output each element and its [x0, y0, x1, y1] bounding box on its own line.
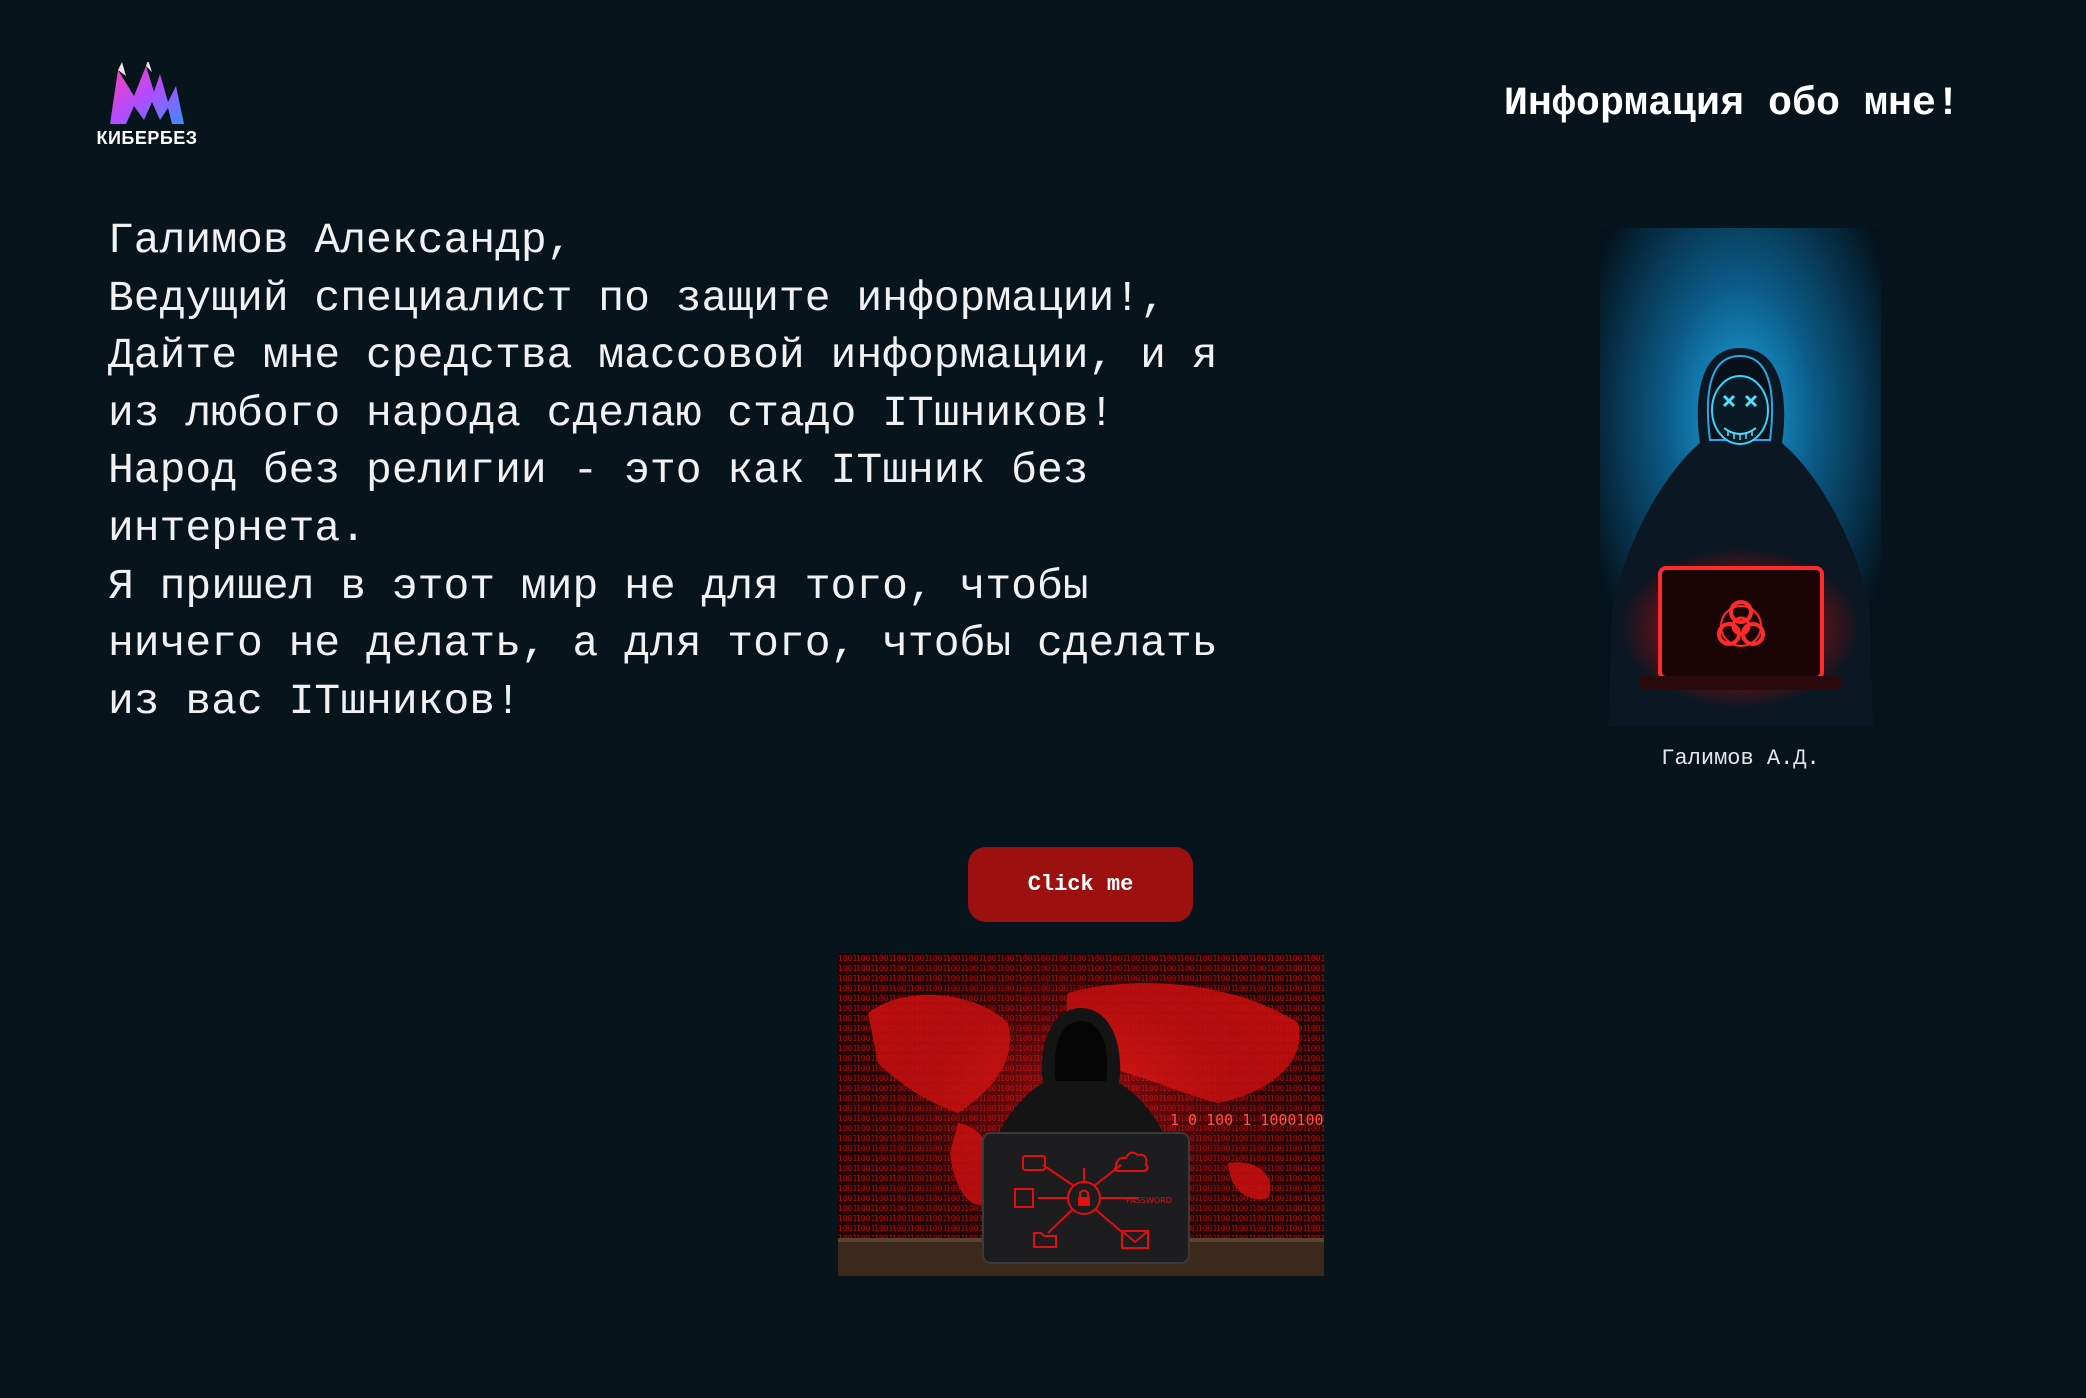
bio-line: ничего не делать, а для того, чтобы сдел… — [108, 619, 1218, 669]
bio-text: Галимов Александр, Ведущий специалист по… — [108, 212, 1408, 730]
hacker-portrait-image — [1600, 228, 1881, 727]
page-title: Информация обо мне! — [1503, 82, 1960, 127]
portrait-caption: Галимов А.Д. — [1661, 746, 1820, 771]
bio-line: интернета. — [108, 503, 367, 553]
binary-line: 1 0 100 1 10001001 001 — [1170, 1111, 1324, 1129]
bio-line: из вас ITшников! — [108, 676, 521, 726]
password-label: PASSWORD — [1126, 1196, 1172, 1205]
click-me-button[interactable]: Click me — [968, 847, 1193, 922]
bio-line: Ведущий специалист по защите информации!… — [108, 273, 1166, 323]
hacker-laptop-image: 1001 1 0 100 1 10001001 001 — [838, 953, 1324, 1276]
bio-line: Дайте мне средства массовой информации, … — [108, 331, 1218, 381]
bio-line: Я пришел в этот мир не для того, чтобы — [108, 561, 1089, 611]
logo-text: КИБЕРБЕЗ — [96, 128, 198, 148]
bio-line: Галимов Александр, — [108, 216, 573, 265]
logo-m-icon — [110, 62, 184, 124]
site-logo[interactable]: КИБЕРБЕЗ — [88, 62, 206, 152]
bio-line: из любого народа сделаю стадо ITшников! — [108, 388, 1115, 438]
bio-line: Народ без религии - это как ITшник без — [108, 446, 1089, 496]
